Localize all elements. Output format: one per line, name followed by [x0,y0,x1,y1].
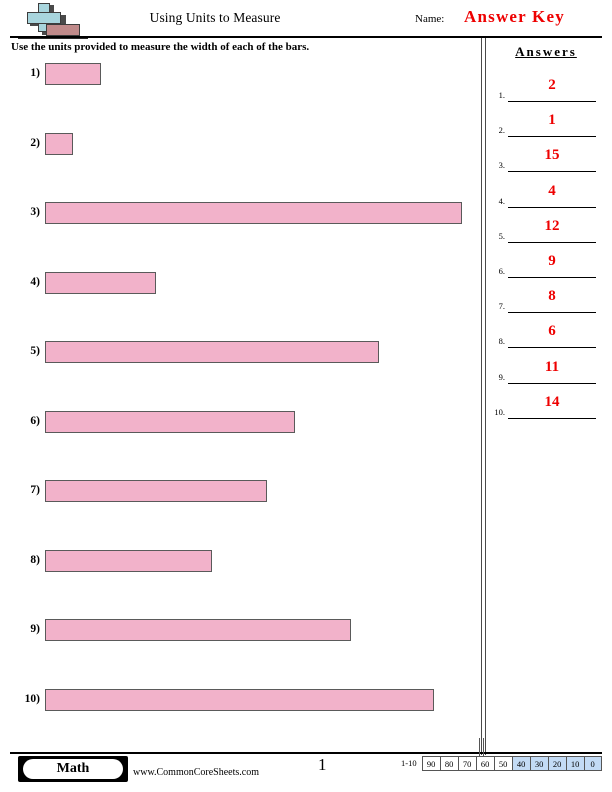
answer-writing-line [508,417,596,419]
answer-index: 2. [498,125,505,136]
score-box: 20 [547,756,566,771]
answer-row: 2. 1 [486,109,608,139]
problem-number: 3) [30,206,40,218]
problem-number: 1) [30,67,40,79]
measure-bar [45,202,462,224]
answer-writing-line [508,277,596,278]
answer-writing-line [508,241,596,243]
score-box: 30 [529,756,548,771]
problem-row: 2) [0,132,470,159]
measure-bar [45,341,379,363]
answer-row: 4. 4 [486,180,608,210]
problem-row: 5) [0,341,470,367]
problem-row: 3) [0,202,470,228]
answer-row: 6. 9 [486,250,608,280]
score-range-label: 1-10 [401,758,417,768]
problems-area: 1) 2) 3) 4) 5) 6) 7) 8) 9) 10) [0,0,481,740]
score-box: 90 [421,756,440,771]
problem-number: 4) [30,275,40,288]
answers-heading: Answers [515,44,577,59]
measure-bar [45,410,296,433]
problem-row: 6) [0,410,470,437]
problem-row: 1) [0,63,470,89]
answer-value: 15 [544,147,560,164]
measure-bar [45,688,435,711]
problem-number: 10) [24,692,40,705]
answer-value: 11 [544,358,560,375]
score-box: 70 [457,756,476,771]
answer-row: 7. 8 [486,285,608,315]
score-box: 0 [583,756,602,771]
answer-index: 10. [494,406,505,417]
answer-writing-line [508,312,596,314]
answer-writing-line [508,347,596,349]
column-divider-left [481,38,482,755]
answer-row: 8. 6 [486,320,608,350]
answer-index: 6. [498,266,505,276]
answer-index: 3. [498,160,505,171]
score-box: 80 [439,756,458,771]
problem-row: 4) [0,271,470,298]
problem-row: 9) [0,619,470,645]
answer-index: 8. [498,336,505,347]
score-box: 50 [493,756,512,771]
problem-row: 7) [0,480,470,506]
measure-bar [45,271,157,294]
score-scale: 1-10 90 80 70 60 50 40 30 20 10 0 [399,756,602,771]
answer-row: 5. 12 [486,215,608,245]
subject-badge-label: Math [23,759,123,779]
answer-value: 1 [548,112,556,129]
measure-bar [45,63,101,85]
score-box: 60 [475,756,494,771]
problem-number: 9) [30,623,40,635]
answer-row: 9. 11 [486,356,608,386]
answer-index: 7. [498,301,505,312]
answer-value: 14 [544,393,560,410]
problem-number: 7) [30,484,40,496]
problem-number: 2) [30,136,40,149]
answer-writing-line [508,136,596,138]
answer-value: 9 [548,253,556,269]
answer-value: 6 [548,323,556,340]
site-url: www.CommonCoreSheets.com [133,767,260,778]
score-tick-left [479,738,480,756]
page-number: 1 [318,755,327,774]
answer-writing-line [508,101,596,102]
answers-panel: Answers 1. 2 2. 1 3. 15 4. 4 5. 12 6. 9 7. 8 8. 6 9. 11 10… [486,38,612,738]
score-box: 10 [565,756,584,771]
problem-row: 8) [0,549,470,576]
problem-row: 10) [0,688,470,715]
footer-divider [10,752,602,754]
answer-index: 4. [498,195,505,206]
answer-writing-line [508,206,596,208]
answer-index: 1. [498,90,505,100]
answer-value: 8 [548,288,556,305]
subject-badge: Math [18,756,128,782]
answer-index: 5. [498,230,505,241]
answer-writing-line [508,382,596,384]
answer-index: 9. [498,371,505,382]
answer-value: 2 [548,77,556,93]
measure-bar [45,619,351,641]
measure-bar [45,549,212,572]
answer-writing-line [508,171,596,173]
problem-number: 5) [30,345,40,357]
answer-value: 4 [548,182,556,199]
measure-bar [45,480,268,502]
answer-row: 10. 14 [486,391,608,421]
problem-number: 8) [30,553,40,566]
measure-bar [45,132,73,155]
score-box: 40 [511,756,530,771]
score-tick-right [483,738,484,756]
problem-number: 6) [30,414,40,427]
answer-value: 12 [544,217,560,234]
answer-row: 1. 2 [486,74,608,104]
answer-row: 3. 15 [486,144,608,174]
